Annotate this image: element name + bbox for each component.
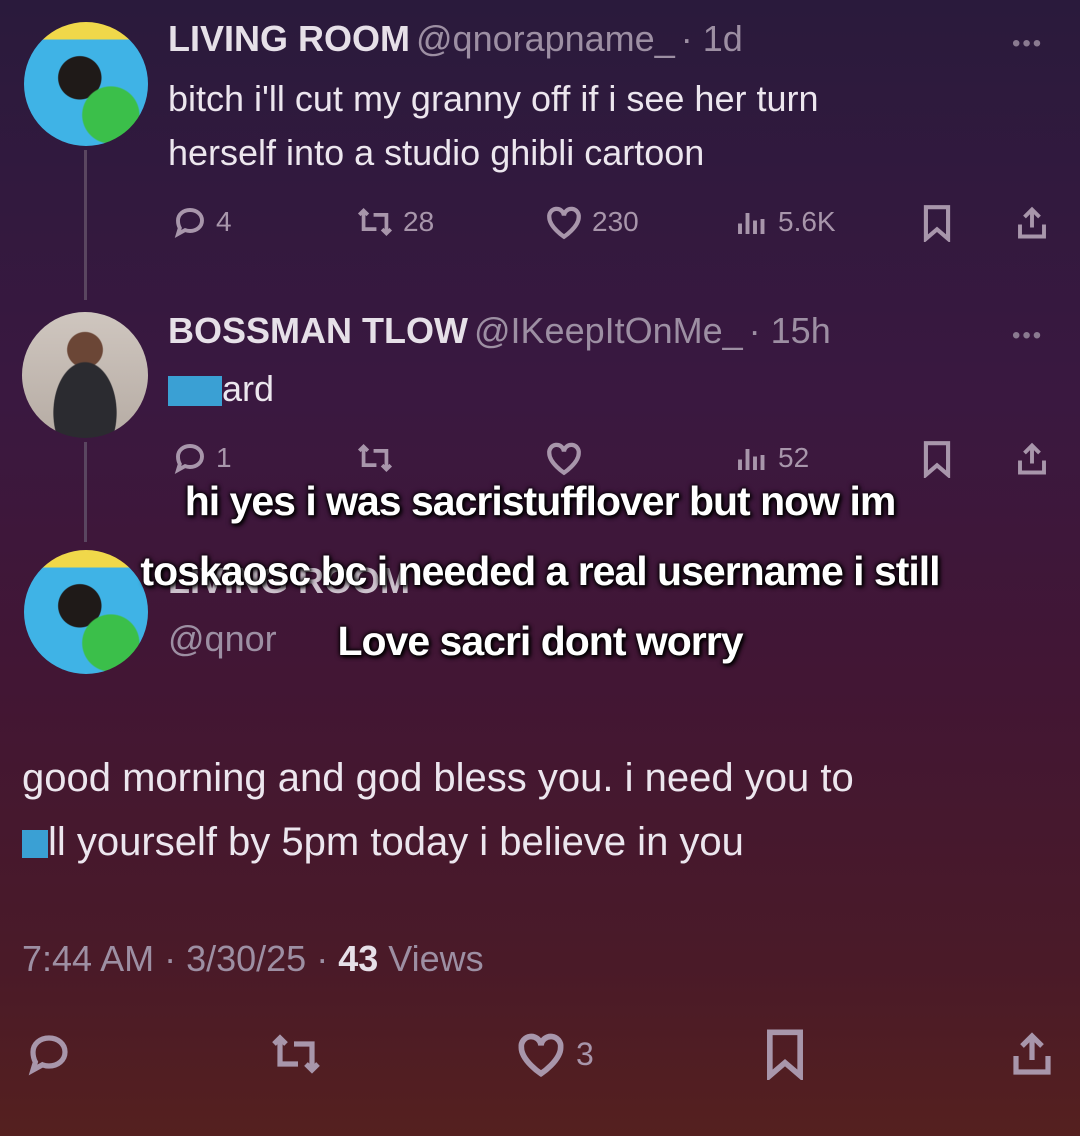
repost-count: 28	[403, 206, 435, 237]
timestamp[interactable]: 7:44 AM · 3/30/25 ·	[22, 938, 338, 979]
like-button[interactable]: 3	[514, 1030, 594, 1078]
avatar[interactable]	[24, 22, 148, 146]
censor-mark	[168, 376, 222, 407]
repost-button[interactable]: 28	[355, 204, 434, 240]
reply-count: 4	[216, 206, 232, 237]
views-button[interactable]: 5.6K	[734, 204, 836, 240]
caption-line: hi yes i was sacristufflover but now im	[184, 478, 897, 524]
bookmark-icon	[923, 205, 951, 242]
tweet-text-line: ll yourself by 5pm today i believe in yo…	[48, 820, 744, 864]
like-icon	[518, 1033, 564, 1078]
views-count: 43	[338, 938, 379, 979]
share-button[interactable]	[1014, 204, 1050, 242]
bookmark-icon	[767, 1029, 803, 1080]
handle[interactable]: @qnorapname_	[416, 18, 675, 59]
tweet-header: LIVING ROOM @qnorapname_ · 1d	[168, 18, 743, 60]
censor-mark	[22, 830, 48, 859]
timestamp[interactable]: · 1d	[681, 18, 743, 59]
repost-button[interactable]	[268, 1030, 324, 1078]
tweet-text-line: herself into a studio ghibli cartoon	[168, 132, 705, 173]
views-count: 5.6K	[778, 206, 836, 237]
thread-line	[84, 150, 87, 300]
tweet-text: ard	[168, 362, 274, 416]
more-icon[interactable]: •••	[1012, 322, 1043, 350]
tweet-header: BOSSMAN TLOW @IKeepItOnMe_ · 15h	[168, 310, 831, 352]
like-button[interactable]: 230	[544, 204, 639, 240]
tweet-meta: 7:44 AM · 3/30/25 · 43 Views	[22, 938, 484, 980]
views-label: Views	[378, 938, 484, 979]
tweet-text: bitch i'll cut my granny off if i see he…	[168, 72, 1048, 180]
caption-line: toskaosc bc i needed a real username i s…	[140, 548, 940, 594]
tweet-text-line: good morning and god bless you. i need y…	[22, 756, 854, 800]
repost-icon	[357, 207, 393, 237]
share-button[interactable]	[1008, 1028, 1056, 1080]
reply-icon	[174, 208, 204, 239]
display-name[interactable]: BOSSMAN TLOW	[168, 310, 468, 351]
like-count: 230	[592, 206, 639, 237]
views-icon	[738, 213, 765, 234]
main-tweet-text: good morning and god bless you. i need y…	[22, 746, 1062, 874]
bookmark-button[interactable]	[920, 204, 954, 242]
share-icon	[1018, 206, 1046, 239]
overlay-caption: hi yes i was sacristufflover but now im …	[40, 466, 1040, 676]
handle[interactable]: @IKeepItOnMe_	[474, 310, 743, 351]
like-icon	[547, 206, 581, 240]
display-name[interactable]: LIVING ROOM	[168, 18, 410, 59]
avatar[interactable]	[22, 312, 148, 438]
reply-button[interactable]	[24, 1030, 74, 1078]
repost-icon	[272, 1034, 320, 1074]
timestamp[interactable]: · 15h	[749, 310, 831, 351]
tweet-text-line: bitch i'll cut my granny off if i see he…	[168, 78, 819, 119]
bookmark-button[interactable]	[762, 1028, 808, 1080]
more-icon[interactable]: •••	[1012, 30, 1043, 58]
tweet-text-line: ard	[222, 368, 275, 409]
caption-line: Love sacri dont worry	[337, 618, 743, 664]
share-icon	[1013, 1032, 1051, 1075]
reply-button[interactable]: 4	[172, 204, 232, 240]
like-count: 3	[576, 1035, 594, 1072]
reply-icon	[28, 1035, 68, 1076]
